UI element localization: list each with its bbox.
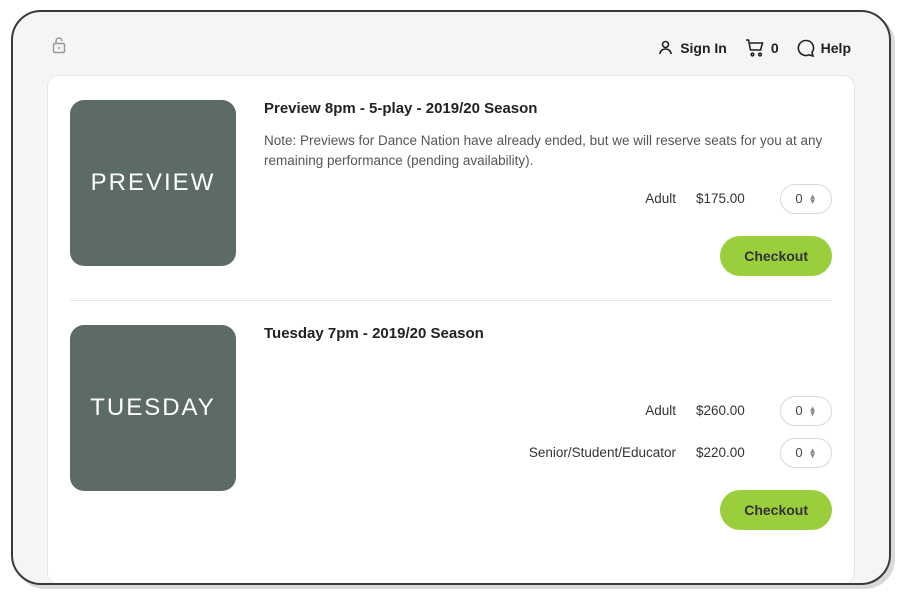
price-row: Adult $175.00 0 ▲▼ (264, 184, 832, 214)
price-rows: Adult $260.00 0 ▲▼ Senior/Student/Educat… (264, 396, 832, 480)
header: Sign In 0 Help (13, 12, 889, 69)
user-icon (657, 39, 674, 56)
help-link[interactable]: Help (797, 39, 851, 57)
list-item: TUESDAY Tuesday 7pm - 2019/20 Season Adu… (48, 301, 854, 554)
lock-icon (51, 36, 67, 59)
thumbnail-label: PREVIEW (91, 169, 216, 197)
quantity-stepper[interactable]: 0 ▲▼ (780, 438, 832, 468)
item-title: Tuesday 7pm - 2019/20 Season (264, 325, 832, 342)
item-note: Note: Previews for Dance Nation have alr… (264, 131, 832, 172)
item-title: Preview 8pm - 5-play - 2019/20 Season (264, 100, 832, 117)
quantity-value: 0 (795, 191, 802, 206)
quantity-value: 0 (795, 445, 802, 460)
item-body: Tuesday 7pm - 2019/20 Season Adult $260.… (264, 325, 832, 530)
stepper-arrows-icon: ▲▼ (809, 194, 817, 204)
item-actions: Checkout (264, 236, 832, 276)
header-actions: Sign In 0 Help (657, 39, 851, 57)
price-label: Senior/Student/Educator (529, 445, 676, 460)
price-row: Senior/Student/Educator $220.00 0 ▲▼ (264, 438, 832, 468)
checkout-button[interactable]: Checkout (720, 236, 832, 276)
cart-count: 0 (771, 40, 779, 56)
quantity-stepper[interactable]: 0 ▲▼ (780, 184, 832, 214)
cart-link[interactable]: 0 (745, 39, 779, 57)
thumbnail: PREVIEW (70, 100, 236, 266)
item-actions: Checkout (264, 490, 832, 530)
quantity-stepper[interactable]: 0 ▲▼ (780, 396, 832, 426)
list-item: PREVIEW Preview 8pm - 5-play - 2019/20 S… (48, 76, 854, 300)
product-list: PREVIEW Preview 8pm - 5-play - 2019/20 S… (47, 75, 855, 585)
checkout-button[interactable]: Checkout (720, 490, 832, 530)
thumbnail: TUESDAY (70, 325, 236, 491)
app-window: Sign In 0 Help (11, 10, 891, 585)
price-label: Adult (645, 191, 676, 206)
thumbnail-label: TUESDAY (90, 394, 216, 422)
price-value: $175.00 (696, 191, 760, 206)
price-label: Adult (645, 403, 676, 418)
stepper-arrows-icon: ▲▼ (809, 406, 817, 416)
sign-in-link[interactable]: Sign In (657, 39, 727, 56)
cart-icon (745, 39, 765, 57)
stepper-arrows-icon: ▲▼ (809, 448, 817, 458)
price-row: Adult $260.00 0 ▲▼ (264, 396, 832, 426)
help-icon (797, 39, 815, 57)
price-rows: Adult $175.00 0 ▲▼ (264, 184, 832, 226)
price-value: $260.00 (696, 403, 760, 418)
price-value: $220.00 (696, 445, 760, 460)
quantity-value: 0 (795, 403, 802, 418)
sign-in-label: Sign In (680, 40, 727, 56)
help-label: Help (821, 40, 851, 56)
item-body: Preview 8pm - 5-play - 2019/20 Season No… (264, 100, 832, 276)
